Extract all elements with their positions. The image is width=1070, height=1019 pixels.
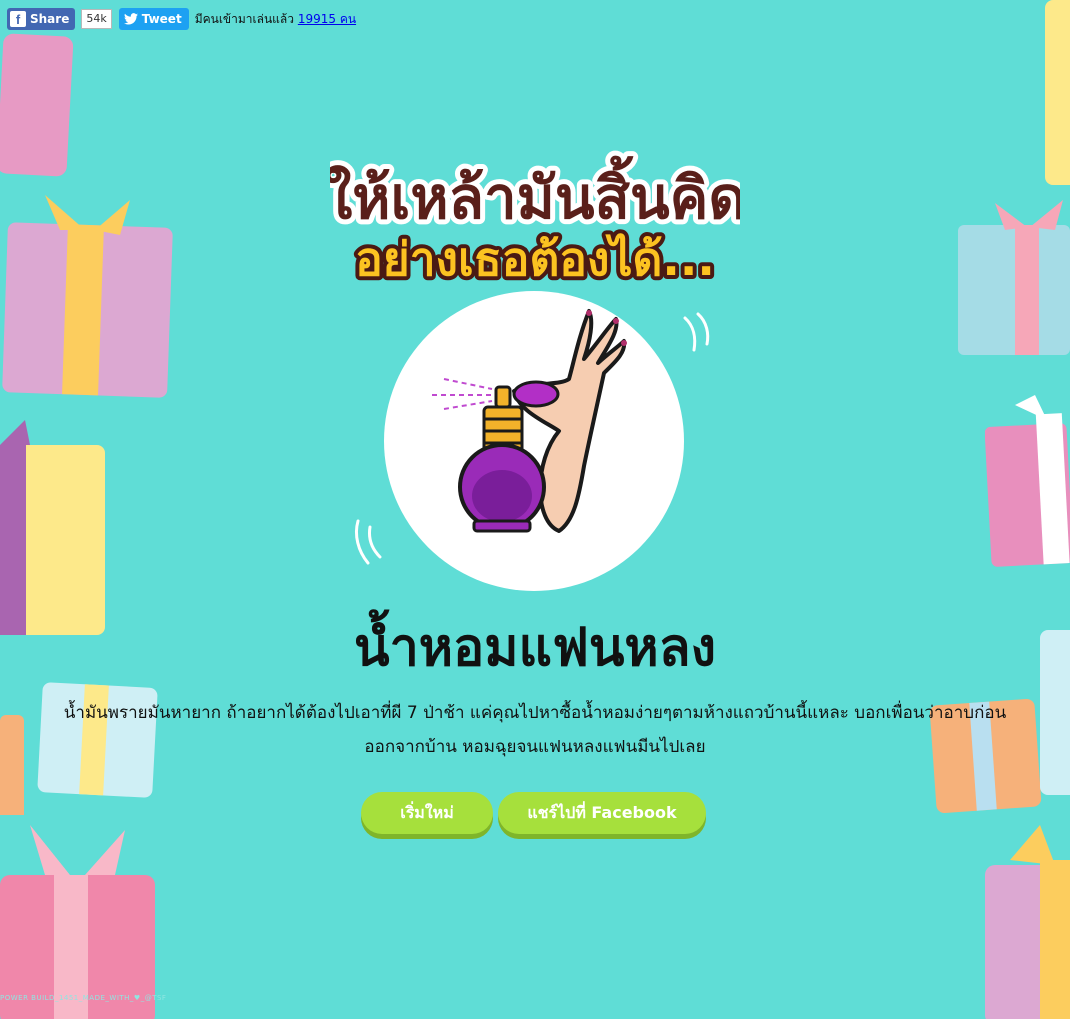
players-counter-label: มีคนเข้ามาเล่นแล้ว	[194, 11, 295, 26]
facebook-share-label: Share	[30, 12, 70, 26]
result-title: น้ำหอมแฟนหลง	[354, 618, 716, 678]
logo-line1: ให้เหล้ามันสิ้นคิด	[330, 156, 740, 232]
gift-decoration-right-top	[1045, 0, 1070, 185]
motion-lines-icon	[683, 312, 710, 352]
players-counter: มีคนเข้ามาเล่นแล้ว 19915 คน	[195, 10, 356, 29]
motion-lines-icon-left	[354, 519, 382, 565]
share-facebook-button[interactable]: แชร์ไปที่ Facebook	[498, 792, 706, 834]
tweet-button[interactable]: Tweet	[118, 8, 189, 30]
twitter-bird-icon	[123, 13, 138, 25]
logo-line2: อย่างเธอต้องได้...	[355, 232, 715, 286]
quiz-title-logo: ให้เหล้ามันสิ้นคิด อย่างเธอต้องได้...	[330, 151, 740, 290]
facebook-share-button[interactable]: f Share	[7, 8, 76, 30]
gift-decoration-right-pink	[985, 395, 1070, 567]
gift-decoration-left-yellow	[0, 420, 105, 635]
footer-credit: POWER BUILD_1451_MADE_WITH_♥_@TSF	[0, 994, 167, 1002]
result-description: น้ำมันพรายมันหายาก ถ้าอยากได้ต้องไปเอาที…	[63, 703, 1007, 757]
result-illustration-circle	[384, 291, 684, 591]
gift-decoration-right-bottom	[985, 825, 1070, 1019]
facebook-icon: f	[10, 11, 26, 27]
tweet-label: Tweet	[141, 12, 182, 26]
gift-decoration-left-pink	[0, 825, 155, 1019]
players-count-link[interactable]: 19915 คน	[298, 12, 356, 26]
perfume-bottle-illustration	[432, 309, 627, 533]
share-count-badge: 54k	[81, 9, 112, 29]
social-bar: f Share 54k Tweet มีคนเข้ามาเล่นแล้ว 199…	[7, 8, 356, 30]
gift-decoration-left-top	[0, 33, 74, 177]
gift-decoration-left-purple	[2, 195, 173, 398]
gift-decoration-right-blue	[958, 200, 1070, 355]
restart-button[interactable]: เริ่มใหม่	[361, 792, 493, 834]
